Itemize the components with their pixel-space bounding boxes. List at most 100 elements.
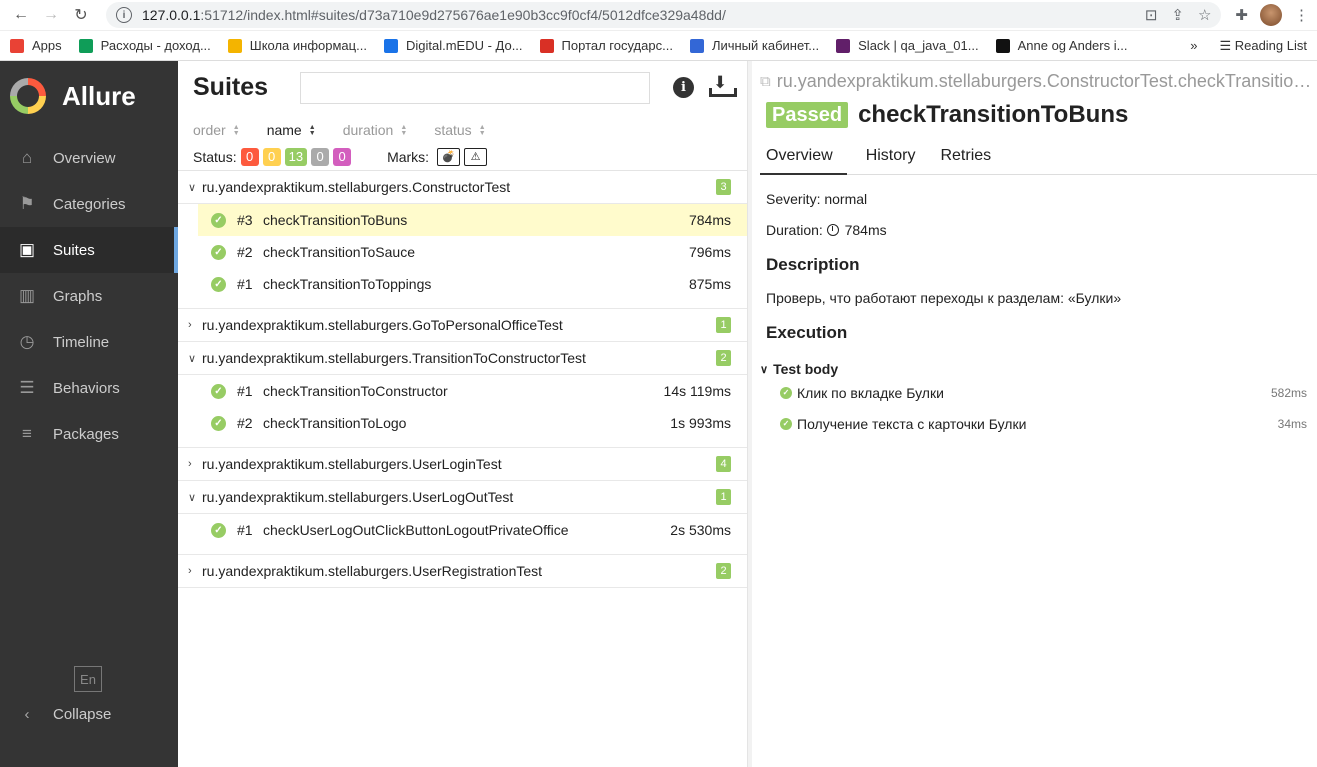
address-bar[interactable]: i 127.0.0.1:51712/index.html#suites/d73a… (106, 2, 1222, 28)
bookmark-item[interactable]: Apps (10, 38, 62, 53)
forward-arrow-icon[interactable]: → (38, 2, 64, 28)
test-duration: 875ms (688, 276, 731, 292)
suite-name: ru.yandexpraktikum.stellaburgers.UserLog… (202, 456, 502, 472)
download-icon[interactable] (708, 73, 737, 98)
step-row[interactable]: ✓ Клик по вкладке Булки 582ms (780, 377, 1317, 408)
brand[interactable]: Allure (0, 61, 178, 131)
test-name: checkTransitionToBuns (858, 101, 1129, 128)
test-row[interactable]: ✓ #1 checkTransitionToToppings 875ms (178, 268, 747, 300)
bookmark-item[interactable]: Портал государс... (539, 38, 673, 53)
bookmark-favicon-icon (689, 38, 704, 53)
url-host: 127.0.0.1 (142, 7, 201, 23)
passed-check-icon: ✓ (780, 386, 792, 399)
allure-logo-icon (10, 78, 46, 114)
step-row[interactable]: ✓ Получение текста с карточки Булки 34ms (780, 408, 1317, 439)
bookmark-star-icon[interactable]: ☆ (1198, 6, 1211, 24)
status-count-badge[interactable]: 0 (311, 147, 330, 166)
test-name: checkTransitionToToppings (263, 276, 432, 292)
chevron-down-icon: ∨ (760, 363, 769, 376)
suite-group: ∨ ru.yandexpraktikum.stellaburgers.UserLo… (178, 481, 747, 555)
more-bookmarks-button[interactable]: » (1190, 38, 1197, 53)
site-info-icon[interactable]: i (116, 7, 132, 23)
suite-group: ∨ ru.yandexpraktikum.stellaburgers.Constr… (178, 171, 747, 309)
sort-by-duration[interactable]: duration ▲▼ (343, 122, 408, 138)
suite-group: › ru.yandexpraktikum.stellaburgers.GoToPe… (178, 309, 747, 342)
translate-icon[interactable]: ⊡ (1145, 6, 1158, 24)
suite-name: ru.yandexpraktikum.stellaburgers.UserLog… (202, 489, 514, 505)
bookmark-item[interactable]: Digital.mEDU - До... (383, 38, 523, 53)
status-count-badge[interactable]: 0 (333, 147, 352, 166)
sidebar-item-label: Timeline (53, 333, 110, 351)
test-row[interactable]: ✓ #2 checkTransitionToSauce 796ms (178, 236, 747, 268)
profile-avatar[interactable] (1260, 4, 1282, 26)
suite-group-header[interactable]: ∨ ru.yandexpraktikum.stellaburgers.Constr… (178, 171, 747, 204)
sidebar-item-suites[interactable]: ▣ Suites (0, 227, 178, 273)
status-filter-row: Status: 0 0 13 0 0 Marks: 💣 ⚠ (178, 143, 747, 171)
test-detail-pane: ⧉ ru.yandexpraktikum.stellaburgers.Const… (748, 61, 1317, 767)
language-switch[interactable]: En (74, 666, 102, 692)
suite-group-header[interactable]: › ru.yandexpraktikum.stellaburgers.UserRe… (178, 555, 747, 588)
search-input[interactable] (300, 72, 650, 104)
test-row[interactable]: ✓ #3 checkTransitionToBuns 784ms (198, 204, 747, 236)
reading-list-button[interactable]: ☰ Reading List (1219, 38, 1307, 54)
bookmark-item[interactable]: Slack | qa_java_01... (836, 38, 979, 53)
test-row[interactable]: ✓ #1 checkUserLogOutClickButtonLogoutPriva… (178, 514, 747, 546)
suite-group-header[interactable]: ∨ ru.yandexpraktikum.stellaburgers.Transi… (178, 342, 747, 375)
sidebar-item-label: Suites (53, 241, 95, 259)
share-icon[interactable]: ⇪ (1171, 6, 1184, 24)
reload-icon[interactable]: ↻ (68, 2, 94, 28)
sort-by-name[interactable]: name ▲▼ (267, 122, 316, 138)
bookmark-item[interactable]: Личный кабинет... (689, 38, 819, 53)
passed-check-icon: ✓ (211, 212, 226, 228)
menu-kebab-icon[interactable]: ⋮ (1294, 6, 1309, 24)
flaky-bomb-icon[interactable]: 💣 (437, 147, 461, 166)
step-duration: 34ms (1277, 416, 1307, 431)
test-order: #2 (237, 415, 253, 431)
sidebar-item-categories[interactable]: ⚑ Categories (0, 181, 178, 227)
status-badge: Passed (766, 102, 849, 128)
tab-overview[interactable]: Overview (760, 141, 847, 175)
sidebar-item-timeline[interactable]: ◷ Timeline (0, 319, 178, 365)
marks-label: Marks: (387, 148, 430, 165)
test-path-text: ru.yandexpraktikum.stellaburgers.Constru… (776, 70, 1312, 91)
bookmark-label: Школа информац... (249, 38, 367, 53)
warning-icon[interactable]: ⚠ (464, 147, 488, 166)
status-count-badge[interactable]: 0 (262, 147, 281, 166)
tab-retries[interactable]: Retries (934, 141, 997, 175)
bookmark-item[interactable]: Anne og Anders i... (995, 38, 1127, 53)
briefcase-icon: ▣ (18, 240, 36, 259)
suite-group-header[interactable]: ∨ ru.yandexpraktikum.stellaburgers.UserLo… (178, 481, 747, 514)
sort-arrows-icon: ▲▼ (308, 124, 316, 136)
sidebar-item-overview[interactable]: ⌂ Overview (0, 135, 178, 181)
bookmark-favicon-icon (836, 38, 851, 53)
sort-by-order[interactable]: order ▲▼ (193, 122, 240, 138)
bookmark-item[interactable]: Школа информац... (227, 38, 367, 53)
chevron-right-icon: › (188, 319, 192, 331)
tab-history[interactable]: History (860, 141, 922, 175)
info-icon[interactable]: i (673, 76, 694, 98)
copy-icon[interactable]: ⧉ (760, 73, 771, 90)
test-duration: 784ms (688, 212, 731, 228)
test-body-toggle[interactable]: ∨ Test body (760, 361, 1317, 377)
sidebar-item-label: Categories (53, 195, 126, 213)
test-row[interactable]: ✓ #1 checkTransitionToConstructor 14s 119ms (178, 375, 747, 407)
sidebar-item-behaviors[interactable]: ☰ Behaviors (0, 365, 178, 411)
sidebar-item-graphs[interactable]: ▥ Graphs (0, 273, 178, 319)
suite-name: ru.yandexpraktikum.stellaburgers.UserReg… (202, 563, 543, 579)
test-row[interactable]: ✓ #2 checkTransitionToLogo 1s 993ms (178, 407, 747, 439)
extensions-icon[interactable]: ✚ (1235, 6, 1248, 24)
suite-group-header[interactable]: › ru.yandexpraktikum.stellaburgers.UserLo… (178, 448, 747, 481)
suites-pane: Suites i order ▲▼ name ▲▼ duration ▲▼ status ▲▼… (178, 61, 755, 767)
passed-count-badge: 4 (716, 456, 731, 472)
collapse-button[interactable]: ‹ Collapse (16, 706, 112, 723)
bookmark-favicon-icon (995, 38, 1010, 53)
bookmark-item[interactable]: Расходы - доход... (78, 38, 211, 53)
status-count-badge[interactable]: 0 (240, 147, 259, 166)
back-arrow-icon[interactable]: ← (8, 2, 34, 28)
status-count-badge[interactable]: 13 (284, 147, 308, 166)
sidebar-item-packages[interactable]: ≡ Packages (0, 411, 178, 457)
passed-check-icon: ✓ (211, 244, 226, 260)
sort-by-status[interactable]: status ▲▼ (434, 122, 485, 138)
passed-check-icon: ✓ (211, 276, 226, 292)
suite-group-header[interactable]: › ru.yandexpraktikum.stellaburgers.GoToPe… (178, 309, 747, 342)
